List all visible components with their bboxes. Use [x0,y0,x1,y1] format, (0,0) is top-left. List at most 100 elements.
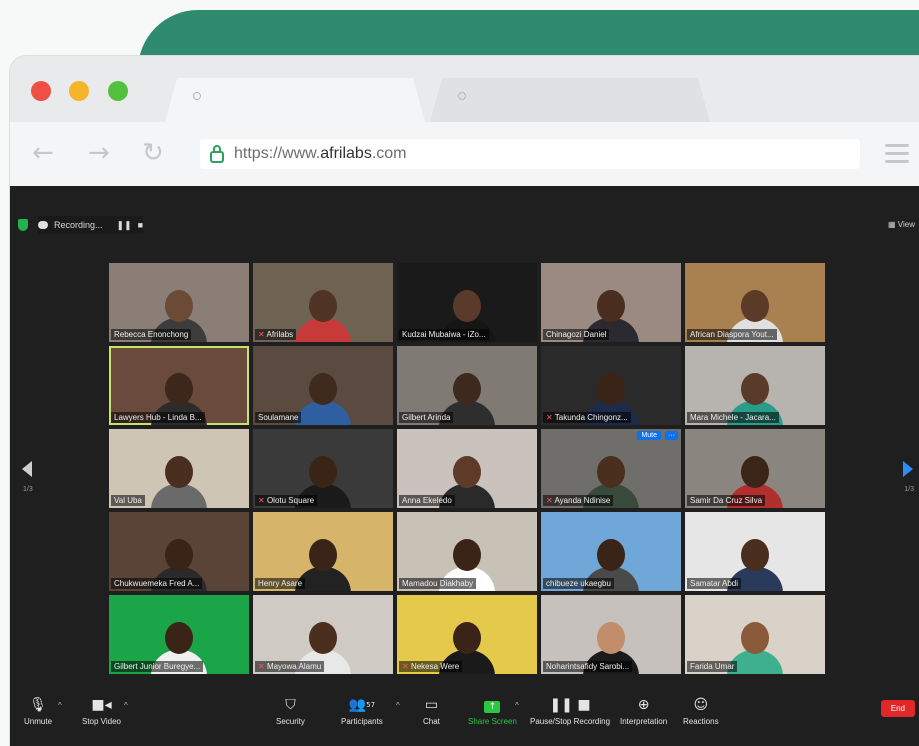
interpretation-button[interactable]: ⊕ Interpretation [620,696,667,726]
video-options-caret-icon[interactable]: ^ [124,701,128,710]
tab-favicon-icon [458,92,466,100]
back-arrow-icon[interactable]: ← [32,138,54,168]
share-screen-button[interactable]: ↑ Share Screen [468,696,517,726]
participant-video-tile[interactable]: Samir Da Cruz Silva [685,429,825,508]
recording-label: Recording... [54,220,103,230]
participant-name: Henry Asare [255,578,306,589]
browser-toolbar: ← → ↻ https://www.afrilabs.com [10,122,919,186]
participant-video-tile[interactable]: Olotu Square [253,429,393,508]
participant-video-tile[interactable]: Afrilabs [253,263,393,342]
close-window-button[interactable] [31,81,51,101]
participant-video-tile[interactable]: Soulamane [253,346,393,425]
end-meeting-button[interactable]: End [880,700,915,717]
zoom-meeting-window: Recording... ❚❚ ■ ▦ View 1/3 1/3 Rebecca… [10,186,919,746]
participant-name: Noharintsafidy Sarobi... [543,661,633,672]
stop-recording-icon[interactable]: ■ [138,220,143,230]
unmute-button[interactable]: 🎙 Unmute [24,696,52,726]
participant-video-feed [151,456,207,508]
participant-video-tile[interactable]: Mayowa Alamu [253,595,393,674]
participant-video-tile[interactable]: Chukwuemeka Fred A... [109,512,249,591]
recording-indicator: Recording... ❚❚ ■ [38,216,144,234]
browser-window: ← → ↻ https://www.afrilabs.com Recording… [10,56,919,746]
chat-button[interactable]: ▭ Chat [423,696,440,726]
participant-video-tile[interactable]: Lawyers Hub - Linda B... [109,346,249,425]
participant-name: Soulamane [255,412,302,423]
microphone-muted-icon: 🎙 [29,697,47,713]
participant-name: Lawyers Hub - Linda B... [111,412,205,423]
reactions-button[interactable]: ☺ Reactions [683,696,719,726]
participant-video-tile[interactable]: Anna Ekeledo [397,429,537,508]
address-bar[interactable]: https://www.afrilabs.com [200,139,860,169]
participant-name: Mamadou Diakhaby [399,578,477,589]
participant-name: African Diaspora Yout... [687,329,777,340]
next-page-icon[interactable] [903,461,913,477]
participant-name: Chukwuemeka Fred A... [111,578,203,589]
forward-arrow-icon[interactable]: → [88,138,110,168]
maximize-window-button[interactable] [108,81,128,101]
participant-name: Gilbert Arinda [399,412,454,423]
participant-video-tile[interactable]: Kudzai Mubaiwa - iZo... [397,263,537,342]
participant-name: Mayowa Alamu [255,661,325,672]
participant-video-tile[interactable]: Mute ··· Ayanda Ndinise [541,429,681,508]
participant-video-tile[interactable]: African Diaspora Yout... [685,263,825,342]
participant-name: chibueze ukaegbu [543,578,614,589]
participant-video-tile[interactable]: Val Uba [109,429,249,508]
participant-video-tile[interactable]: Samatar Abdi [685,512,825,591]
participant-video-feed [295,290,351,342]
audio-options-caret-icon[interactable]: ^ [58,701,62,710]
participants-options-caret-icon[interactable]: ^ [396,701,400,710]
video-camera-icon: ■◂ [91,697,112,713]
participant-video-tile[interactable]: Takunda Chingonz... [541,346,681,425]
lock-icon [210,145,224,163]
browser-tab-inactive[interactable] [430,78,710,122]
participant-video-tile[interactable]: Rebecca Enonchong [109,263,249,342]
security-shield-icon [18,219,28,231]
participant-name: Anna Ekeledo [399,495,455,506]
recording-cloud-icon [38,221,48,229]
participant-name: Mara Michele - Jacara... [687,412,779,423]
url-text: https://www.afrilabs.com [234,145,407,162]
mute-participant-button[interactable]: Mute [637,431,661,440]
more-options-icon[interactable]: ··· [665,431,678,440]
share-screen-icon: ↑ [468,696,517,714]
browser-tab-active[interactable] [165,78,425,122]
reload-icon[interactable]: ↻ [142,138,164,168]
participant-name: Farida Umar [687,661,738,672]
participant-video-tile[interactable]: Henry Asare [253,512,393,591]
participants-button[interactable]: 👥57 Participants [341,696,383,726]
view-button[interactable]: ▦ View [888,220,915,229]
participant-name: Rebecca Enonchong [111,329,192,340]
globe-icon: ⊕ [637,697,650,713]
participant-name: Samir Da Cruz Silva [687,495,766,506]
participant-video-tile[interactable]: Noharintsafidy Sarobi... [541,595,681,674]
pause-recording-icon[interactable]: ❚❚ [117,220,132,231]
chat-bubble-icon: ▭ [424,697,439,713]
stop-video-button[interactable]: ■◂ Stop Video [82,696,121,726]
participant-video-tile[interactable]: chibueze ukaegbu [541,512,681,591]
minimize-window-button[interactable] [69,81,89,101]
pause-stop-recording-button[interactable]: ❚❚ ■ Pause/Stop Recording [530,696,610,726]
page-indicator-left: 1/3 [23,486,33,493]
participant-name: Val Uba [111,495,145,506]
participant-video-tile[interactable]: Gilbert Arinda [397,346,537,425]
participant-gallery: Rebecca Enonchong Afrilabs Kudzai Mubaiwa … [109,263,825,675]
previous-page-icon[interactable] [22,461,32,477]
participant-video-tile[interactable]: Mara Michele - Jacara... [685,346,825,425]
share-options-caret-icon[interactable]: ^ [515,701,519,710]
participant-name: Samatar Abdi [687,578,742,589]
participant-name: Gilbert Junior Buregye... [111,661,204,672]
security-button[interactable]: ⛉ Security [276,696,305,726]
pause-stop-icon: ❚❚ ■ [549,697,591,713]
participants-icon: 👥57 [348,697,376,713]
hamburger-menu-icon[interactable] [885,144,909,168]
shield-icon: ⛉ [285,697,296,713]
participant-video-tile[interactable]: Nekesa Were [397,595,537,674]
participant-video-tile[interactable]: Chinagozi Daniel [541,263,681,342]
participant-name: Olotu Square [255,495,318,506]
participant-video-tile[interactable]: Farida Umar [685,595,825,674]
participants-count: 57 [366,701,376,709]
participant-name: Ayanda Ndinise [543,495,614,506]
participant-video-feed [295,373,351,425]
participant-video-tile[interactable]: Mamadou Diakhaby [397,512,537,591]
participant-video-tile[interactable]: Gilbert Junior Buregye... [109,595,249,674]
